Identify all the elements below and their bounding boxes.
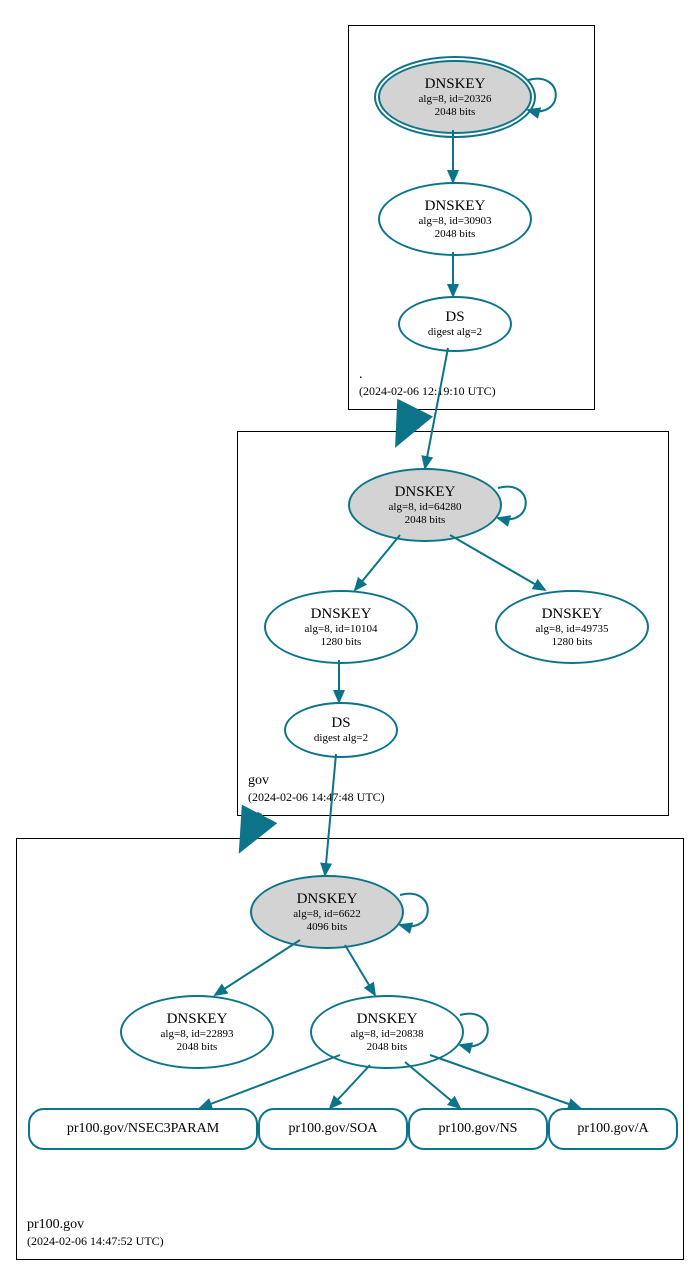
rr-ns: pr100.gov/NS: [408, 1108, 548, 1150]
node-line1: digest alg=2: [428, 326, 482, 338]
node-gov-zsk2: DNSKEY alg=8, id=49735 1280 bits: [495, 590, 649, 664]
node-gov-ksk: DNSKEY alg=8, id=64280 2048 bits: [348, 468, 502, 542]
node-line2: 4096 bits: [307, 921, 348, 933]
node-line1: digest alg=2: [314, 732, 368, 744]
node-line1: alg=8, id=64280: [389, 501, 462, 513]
node-pr100-ksk: DNSKEY alg=8, id=6622 4096 bits: [250, 875, 404, 949]
rr-a: pr100.gov/A: [548, 1108, 678, 1150]
node-root-zsk: DNSKEY alg=8, id=30903 2048 bits: [378, 182, 532, 256]
node-title: DNSKEY: [425, 76, 486, 93]
node-title: DNSKEY: [311, 606, 372, 623]
zone-gov-timestamp: (2024-02-06 14:47:48 UTC): [248, 790, 385, 805]
node-line2: 2048 bits: [435, 106, 476, 118]
node-line1: alg=8, id=6622: [293, 908, 360, 920]
node-title: DNSKEY: [297, 891, 358, 908]
node-root-ksk: DNSKEY alg=8, id=20326 2048 bits: [378, 60, 532, 134]
zone-root-timestamp: (2024-02-06 12:19:10 UTC): [359, 384, 496, 399]
node-pr100-zsk1: DNSKEY alg=8, id=22893 2048 bits: [120, 995, 274, 1069]
node-title: DS: [445, 309, 464, 326]
zone-pr100-timestamp: (2024-02-06 14:47:52 UTC): [27, 1234, 164, 1249]
node-title: DS: [331, 715, 350, 732]
node-title: DNSKEY: [425, 198, 486, 215]
node-gov-zsk1: DNSKEY alg=8, id=10104 1280 bits: [264, 590, 418, 664]
zone-gov-name: gov: [248, 773, 269, 789]
node-gov-ds: DS digest alg=2: [284, 702, 398, 758]
node-line1: alg=8, id=22893: [161, 1028, 234, 1040]
zone-pr100-name: pr100.gov: [27, 1217, 84, 1233]
node-line2: 1280 bits: [552, 636, 593, 648]
node-pr100-zsk2: DNSKEY alg=8, id=20838 2048 bits: [310, 995, 464, 1069]
rr-nsec3param: pr100.gov/NSEC3PARAM: [28, 1108, 258, 1150]
node-line1: alg=8, id=10104: [305, 623, 378, 635]
node-title: DNSKEY: [357, 1011, 418, 1028]
node-line2: 2048 bits: [177, 1041, 218, 1053]
node-line1: alg=8, id=20838: [351, 1028, 424, 1040]
node-title: DNSKEY: [542, 606, 603, 623]
rr-soa: pr100.gov/SOA: [258, 1108, 408, 1150]
node-line1: alg=8, id=20326: [419, 93, 492, 105]
node-line2: 2048 bits: [435, 228, 476, 240]
zone-root-name: .: [359, 367, 363, 383]
node-root-ds: DS digest alg=2: [398, 296, 512, 352]
node-line2: 1280 bits: [321, 636, 362, 648]
node-line2: 2048 bits: [367, 1041, 408, 1053]
node-title: DNSKEY: [167, 1011, 228, 1028]
node-line2: 2048 bits: [405, 514, 446, 526]
node-line1: alg=8, id=30903: [419, 215, 492, 227]
node-line1: alg=8, id=49735: [536, 623, 609, 635]
node-title: DNSKEY: [395, 484, 456, 501]
